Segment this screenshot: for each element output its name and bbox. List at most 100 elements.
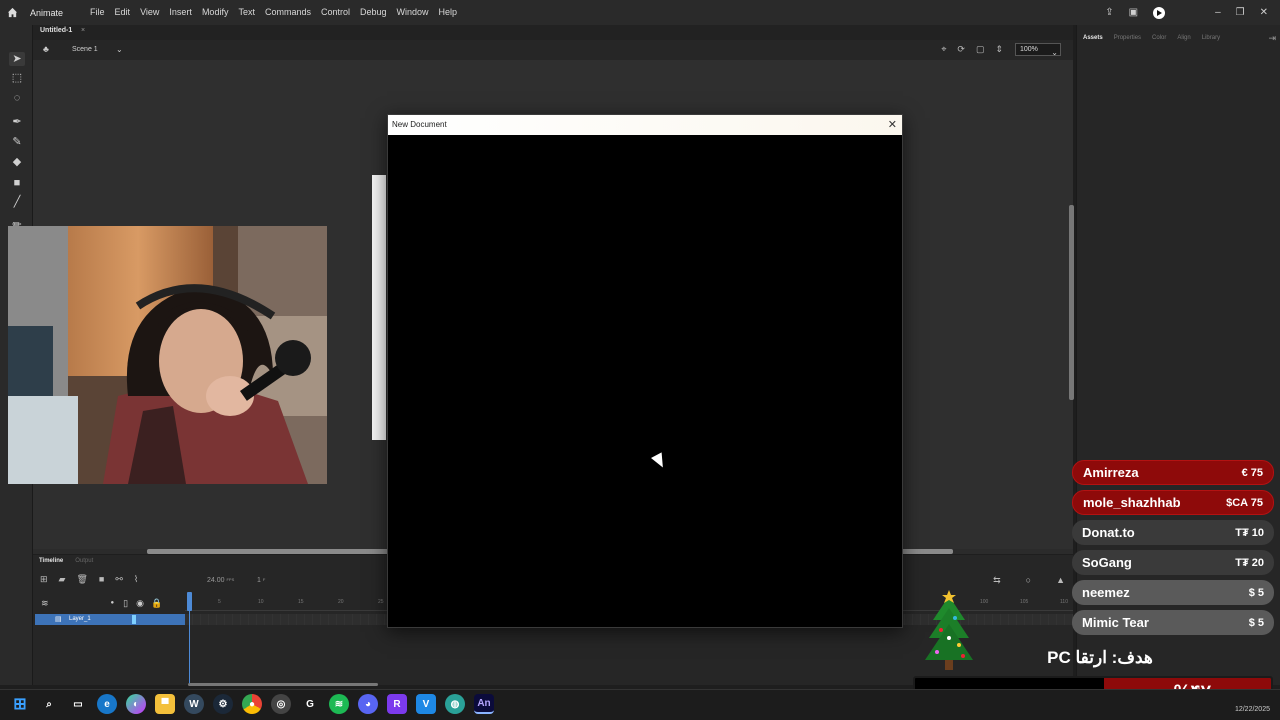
ruler-tick: 5	[218, 599, 221, 605]
copilot-icon[interactable]: ◐	[126, 694, 146, 714]
line-tool-icon[interactable]: ╱	[9, 195, 25, 209]
loop-icon[interactable]: ⇆	[993, 575, 1001, 586]
menu-window[interactable]: Window	[392, 0, 434, 25]
graph-icon[interactable]: ⌇	[134, 574, 138, 585]
collapse-panel-icon[interactable]: ⇥	[1268, 33, 1276, 44]
stage-tools: ⌖ ⟳ ▢ ⇕	[941, 44, 1003, 55]
menu-edit[interactable]: Edit	[110, 0, 136, 25]
spotify-icon[interactable]: ≋	[329, 694, 349, 714]
brush-tool-icon[interactable]: ✎	[9, 135, 25, 149]
menu-debug[interactable]: Debug	[355, 0, 392, 25]
tab-align[interactable]: Align	[1177, 35, 1190, 41]
pen-tool-icon[interactable]: ✒	[9, 115, 25, 129]
new-layer-icon[interactable]: ⊞	[40, 574, 48, 585]
window-controls: ⇪ ▣ – ❐ ✕	[1105, 0, 1280, 25]
tab-assets[interactable]: Assets	[1083, 35, 1103, 41]
document-tab-close-icon[interactable]: ×	[81, 27, 85, 34]
dialog-close-icon[interactable]: ✕	[888, 118, 897, 131]
zoom-stepper-icon[interactable]: ⇕	[995, 44, 1003, 55]
lasso-tool-icon[interactable]: ◌	[9, 91, 25, 105]
close-window-icon[interactable]: ✕	[1260, 7, 1268, 18]
dialog-title: New Document	[392, 120, 447, 129]
clip-stage-icon[interactable]: ▢	[976, 44, 985, 55]
menu-file[interactable]: File	[85, 0, 110, 25]
free-transform-tool-icon[interactable]: ⬚	[9, 71, 25, 85]
home-icon[interactable]	[0, 0, 24, 25]
rectangle-tool-icon[interactable]: ■	[9, 176, 25, 190]
scene-selector[interactable]: Scene 1	[72, 46, 98, 53]
menu-commands[interactable]: Commands	[260, 0, 316, 25]
menu-text[interactable]: Text	[233, 0, 260, 25]
frame-unit: F	[262, 577, 266, 582]
donor-name: neemez	[1082, 585, 1130, 600]
globe-icon[interactable]: ◍	[445, 694, 465, 714]
search-icon[interactable]: ⌕	[39, 694, 59, 714]
timeline-tabs: Timeline Output	[39, 558, 93, 564]
rotate-stage-icon[interactable]: ⟳	[957, 44, 965, 55]
animate-app-icon[interactable]: An	[474, 694, 494, 714]
active-layer-marker	[132, 615, 136, 624]
eraser-tool-icon[interactable]: ◆	[9, 155, 25, 169]
timeline-horizontal-scrollbar[interactable]	[188, 683, 378, 686]
document-tab[interactable]: Untitled-1	[40, 27, 72, 34]
tab-output[interactable]: Output	[75, 558, 93, 564]
tab-properties[interactable]: Properties	[1114, 35, 1141, 41]
stage-vertical-scrollbar[interactable]	[1069, 205, 1074, 400]
obs-icon[interactable]: ◎	[271, 694, 291, 714]
chevron-down-icon[interactable]: ⌄	[116, 45, 123, 54]
main-menu: File Edit View Insert Modify Text Comman…	[85, 0, 462, 25]
menu-view[interactable]: View	[135, 0, 164, 25]
tab-color[interactable]: Color	[1152, 35, 1166, 41]
vpn-icon[interactable]: V	[416, 694, 436, 714]
stage-canvas[interactable]	[372, 175, 386, 440]
layer-row[interactable]: ▤ Layer_1	[35, 614, 185, 625]
minimize-icon[interactable]: –	[1215, 7, 1221, 18]
dialog-title-bar[interactable]: New Document ✕	[388, 115, 902, 135]
menu-help[interactable]: Help	[434, 0, 463, 25]
new-folder-icon[interactable]: ▰	[59, 574, 66, 585]
zoom-chevron-down-icon[interactable]: ⌄	[1051, 48, 1058, 57]
edge-icon[interactable]: e	[97, 694, 117, 714]
restore-icon[interactable]: ❐	[1236, 7, 1245, 18]
tab-library[interactable]: Library	[1202, 35, 1220, 41]
fps-readout[interactable]: 24.00 FPS	[207, 577, 234, 584]
tab-timeline[interactable]: Timeline	[39, 558, 63, 564]
center-frame-icon[interactable]: ○	[1026, 575, 1031, 586]
donor-name: Donat.to	[1082, 525, 1135, 540]
layer-header: ≋ ● ▯ ◉ 🔒	[33, 595, 185, 611]
delete-layer-icon[interactable]: 🗑	[76, 574, 87, 585]
windows-start-icon[interactable]: ⊞	[10, 694, 30, 714]
steam-icon[interactable]: ⚙	[213, 694, 233, 714]
app-name: Animate	[30, 7, 64, 18]
selection-tool-icon[interactable]: ➤	[9, 52, 25, 66]
chrome-icon[interactable]: ●	[242, 694, 262, 714]
file-explorer-icon[interactable]: ▀	[155, 694, 175, 714]
task-view-icon[interactable]: ▭	[68, 694, 88, 714]
zoom-value: 100%	[1020, 46, 1038, 53]
menu-modify[interactable]: Modify	[197, 0, 234, 25]
outline-icon[interactable]: ▯	[123, 598, 128, 609]
test-movie-play-icon[interactable]	[1153, 6, 1166, 19]
share-icon[interactable]: ⇪	[1105, 7, 1113, 18]
expand-timeline-icon[interactable]: ▲	[1056, 575, 1065, 586]
center-stage-icon[interactable]: ⌖	[941, 44, 946, 55]
layers-icon[interactable]: ≋	[41, 598, 49, 609]
menu-control[interactable]: Control	[316, 0, 355, 25]
frame-readout[interactable]: 1 F	[257, 577, 265, 584]
menu-insert[interactable]: Insert	[164, 0, 197, 25]
g-hub-icon[interactable]: G	[300, 694, 320, 714]
visibility-icon[interactable]: ◉	[136, 598, 144, 609]
layer-name[interactable]: Layer_1	[69, 616, 91, 622]
webcam-overlay	[8, 226, 327, 484]
word-icon[interactable]: W	[184, 694, 204, 714]
panel-layout-icon[interactable]: ▣	[1129, 7, 1138, 18]
scene-icon: ♣	[43, 44, 49, 54]
rider-icon[interactable]: R	[387, 694, 407, 714]
playhead[interactable]	[187, 592, 192, 611]
zoom-field[interactable]: 100% ⌄	[1015, 43, 1061, 57]
lock-icon[interactable]: 🔒	[151, 598, 162, 609]
discord-icon[interactable]: ◕	[358, 694, 378, 714]
camera-icon[interactable]: ■	[99, 574, 104, 585]
layer-parenting-icon[interactable]: ⚯	[115, 574, 123, 585]
highlight-dot-icon[interactable]: ●	[111, 600, 115, 606]
